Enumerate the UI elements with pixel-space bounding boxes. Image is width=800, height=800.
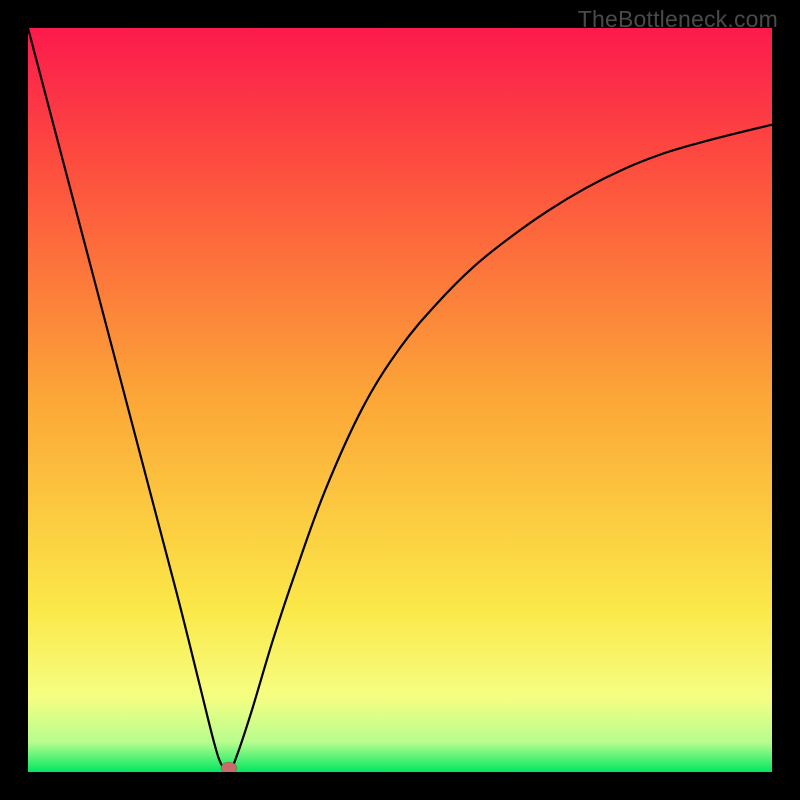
chart-svg [28, 28, 772, 772]
chart-frame [28, 28, 772, 772]
watermark-text: TheBottleneck.com [578, 6, 778, 33]
optimal-marker [221, 762, 237, 772]
gradient-background [28, 28, 772, 772]
plot-area [28, 28, 772, 772]
